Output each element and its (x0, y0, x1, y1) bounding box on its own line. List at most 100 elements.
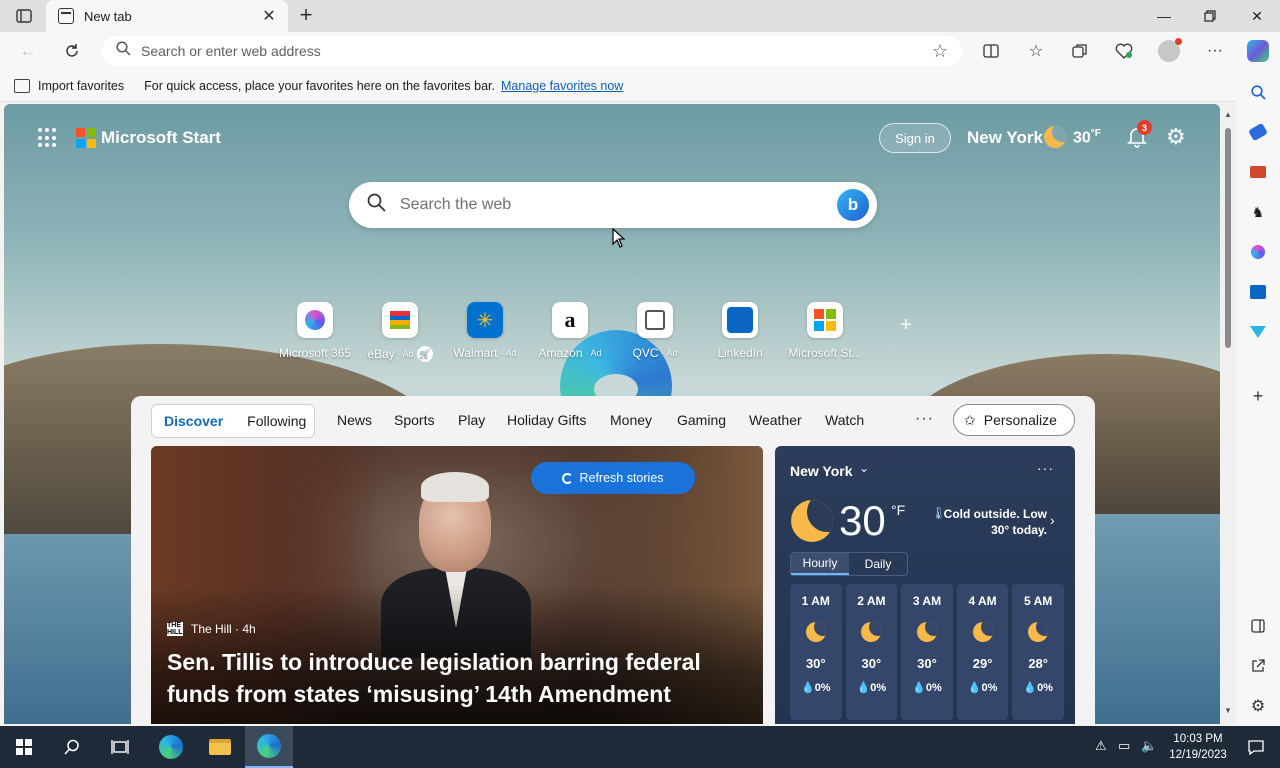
nav-gaming[interactable]: Gaming (677, 412, 726, 428)
app-launcher-icon[interactable] (38, 128, 58, 148)
search-icon (367, 193, 386, 217)
network-icon[interactable]: ▭ (1118, 738, 1130, 754)
web-search-input[interactable] (400, 196, 877, 214)
weather-card[interactable]: New York ⌄ ··· 30 °F 🌡 Cold outside. Low… (775, 446, 1075, 724)
copilot-icon[interactable] (1246, 40, 1270, 62)
system-clock[interactable]: 10:03 PM 12/19/2023 (1166, 731, 1230, 763)
hourly-item[interactable]: 4 AM 29° 💧0% (956, 584, 1009, 720)
more-categories-icon[interactable]: ··· (915, 410, 934, 428)
settings-more-icon[interactable]: ··· (1203, 40, 1227, 62)
microsoft-store-icon (807, 302, 843, 338)
page-settings-gear-icon[interactable]: ⚙ (1166, 124, 1186, 150)
nav-news[interactable]: News (337, 412, 372, 428)
quick-link-label: LinkedIn (717, 346, 763, 360)
quick-link-qvc[interactable]: QVC · Ad (610, 302, 700, 360)
sidebar-drop-icon[interactable] (1248, 322, 1268, 342)
sign-in-button[interactable]: Sign in (879, 123, 951, 153)
sidebar-games-icon[interactable]: ♞ (1248, 202, 1268, 222)
taskbar-edge-active-icon[interactable] (245, 726, 293, 768)
header-weather-city[interactable]: New York (967, 128, 1043, 148)
browser-toolbar: ← ☆ ☆ ··· (0, 32, 1280, 70)
hourly-item[interactable]: 1 AM 30° 💧0% (790, 584, 842, 720)
sidebar-settings-gear-icon[interactable]: ⚙ (1248, 696, 1268, 716)
close-window-button[interactable]: ✕ (1234, 0, 1280, 32)
profile-avatar[interactable] (1157, 38, 1182, 62)
quick-link-linkedin[interactable]: LinkedIn (695, 302, 785, 360)
taskbar-search-icon[interactable] (48, 726, 96, 768)
back-button[interactable]: ← (14, 38, 42, 64)
sidebar-tools-icon[interactable] (1248, 162, 1268, 182)
hero-story-card[interactable]: Refresh stories THE HILL The Hill · 4h S… (151, 446, 763, 724)
quick-link-label: eBay · Ad 🛒 (367, 346, 433, 362)
web-search-box[interactable]: b (349, 182, 877, 228)
nav-sports[interactable]: Sports (394, 412, 434, 428)
start-button[interactable] (0, 726, 48, 768)
notifications-center-icon[interactable] (1232, 726, 1280, 768)
nav-weather[interactable]: Weather (749, 412, 802, 428)
file-explorer-icon[interactable] (196, 726, 244, 768)
nav-play[interactable]: Play (458, 412, 485, 428)
refresh-button[interactable] (58, 38, 86, 64)
hourly-item[interactable]: 5 AM 28° 💧0% (1012, 584, 1064, 720)
qvc-icon (637, 302, 673, 338)
hourly-item[interactable]: 2 AM 30° 💧0% (845, 584, 898, 720)
import-favorites-button[interactable]: Import favorites (14, 78, 124, 93)
tab-discover[interactable]: Discover (152, 413, 235, 429)
taskbar-edge-icon[interactable] (147, 726, 195, 768)
title-bar: New tab ✕ + — ✕ (0, 0, 1280, 32)
quick-link-microsoft-365[interactable]: Microsoft 365 (270, 302, 360, 360)
network-warning-icon[interactable]: ⚠ (1095, 738, 1107, 754)
page-scrollbar[interactable]: ▲ ▼ (1221, 104, 1235, 724)
refresh-stories-button[interactable]: Refresh stories (531, 462, 695, 494)
minimize-button[interactable]: — (1141, 0, 1187, 32)
quick-link-ebay[interactable]: eBay · Ad 🛒 (355, 302, 445, 362)
tab-following[interactable]: Following (235, 413, 318, 429)
nav-money[interactable]: Money (610, 412, 652, 428)
nav-holiday-gifts[interactable]: Holiday Gifts (507, 412, 586, 428)
browser-essentials-icon[interactable] (1112, 40, 1136, 62)
header-weather-temp[interactable]: 30°F (1073, 128, 1101, 147)
chevron-down-icon[interactable]: ⌄ (859, 461, 869, 475)
chevron-right-icon[interactable]: › (1050, 512, 1055, 528)
quick-link-microsoft-store[interactable]: Microsoft St... (780, 302, 870, 360)
weather-unit: °F (891, 502, 906, 518)
scroll-up-icon[interactable]: ▲ (1224, 110, 1232, 119)
task-view-icon[interactable] (96, 726, 144, 768)
add-quick-link-button[interactable]: + (900, 314, 912, 337)
sidebar-open-external-icon[interactable] (1248, 656, 1268, 676)
weather-city[interactable]: New York (790, 463, 853, 479)
tab-actions-icon[interactable] (12, 6, 36, 26)
scroll-thumb[interactable] (1225, 128, 1231, 348)
hourly-item[interactable]: 3 AM 30° 💧0% (901, 584, 953, 720)
tab-daily[interactable]: Daily (849, 553, 907, 575)
tab-hourly[interactable]: Hourly (791, 553, 849, 575)
quick-link-walmart[interactable]: ✳ Walmart · Ad (440, 302, 530, 360)
sidebar-microsoft-365-icon[interactable] (1248, 242, 1268, 262)
personalize-button[interactable]: ✩ Personalize (953, 404, 1075, 436)
manage-favorites-link[interactable]: Manage favorites now (501, 79, 623, 93)
restore-button[interactable] (1187, 0, 1233, 32)
sidebar-add-icon[interactable]: + (1248, 386, 1268, 406)
shopping-cart-icon[interactable]: 🛒 (416, 346, 433, 362)
favorite-star-icon[interactable]: ☆ (932, 41, 948, 62)
collections-icon[interactable] (1068, 40, 1092, 62)
new-tab-button[interactable]: + (294, 4, 318, 28)
volume-muted-icon[interactable]: 🔈 (1141, 738, 1157, 754)
favorites-icon[interactable]: ☆ (1024, 40, 1048, 62)
weather-more-icon[interactable]: ··· (1037, 460, 1054, 476)
sidebar-outlook-icon[interactable] (1248, 282, 1268, 302)
quick-link-amazon[interactable]: a Amazon · Ad (525, 302, 615, 360)
sidebar-panel-icon[interactable] (1248, 616, 1268, 636)
close-tab-icon[interactable]: ✕ (260, 6, 278, 26)
sidebar-search-icon[interactable] (1248, 82, 1268, 102)
split-screen-icon[interactable] (979, 40, 1003, 62)
bing-chat-button[interactable]: b (837, 189, 869, 221)
sidebar-shopping-icon[interactable] (1248, 122, 1268, 142)
browser-tab-new-tab[interactable]: New tab ✕ (46, 0, 288, 32)
brand-title[interactable]: Microsoft Start (101, 128, 221, 148)
story-headline[interactable]: Sen. Tillis to introduce legislation bar… (167, 646, 747, 710)
address-input[interactable] (141, 43, 962, 59)
address-bar[interactable]: ☆ (102, 36, 962, 66)
scroll-down-icon[interactable]: ▼ (1224, 706, 1232, 715)
nav-watch[interactable]: Watch (825, 412, 864, 428)
